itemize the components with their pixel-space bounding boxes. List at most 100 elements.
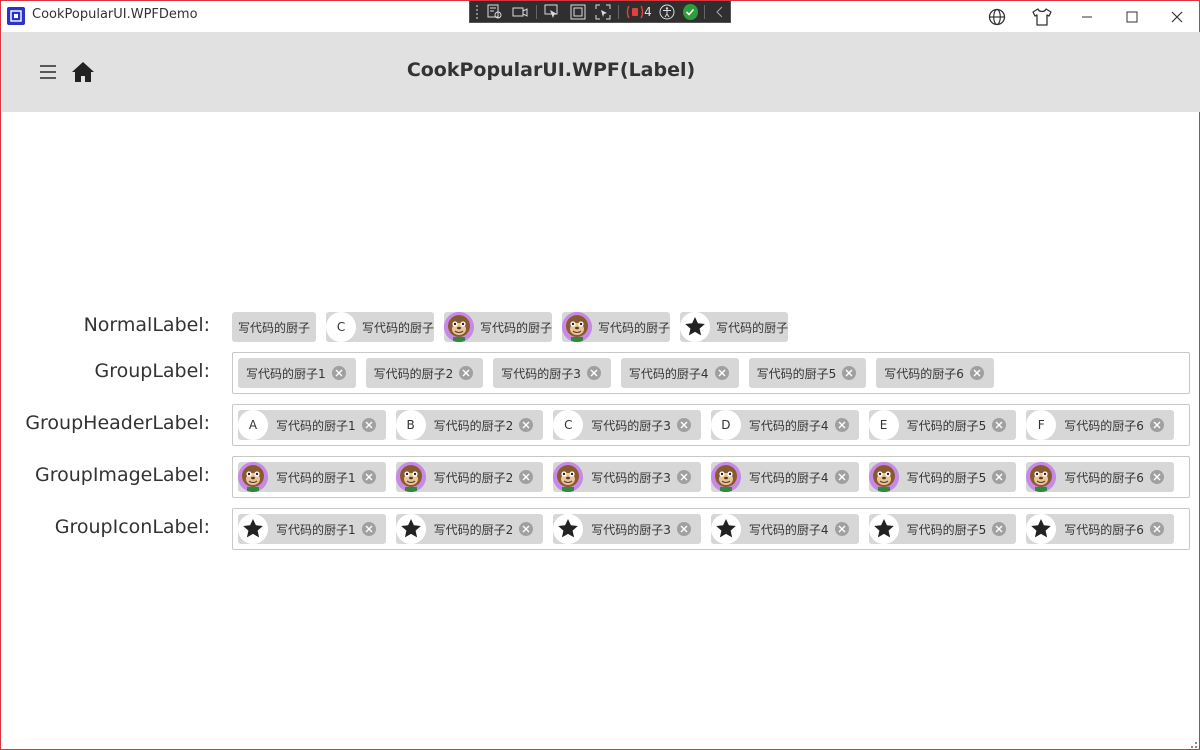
remove-icon[interactable] [361,418,376,432]
camera-icon[interactable] [511,3,530,21]
remove-icon[interactable] [1149,418,1164,432]
app-header: CookPopularUI.WPF(Label) [2,32,1200,112]
chip-text: 写代码的厨子 [480,320,553,335]
check-icon[interactable] [682,3,699,20]
group-chip: 写代码的厨子4 [620,358,739,388]
page-title: CookPopularUI.WPF(Label) [406,59,696,81]
avatar [553,462,584,492]
group-image-chip: 写代码的厨子2 [395,462,544,492]
resize-grip-icon[interactable] [1187,737,1197,748]
chip-text: 写代码的厨子6 [1064,522,1144,537]
group-header-chip: F 写代码的厨子6 [1026,410,1174,440]
remove-icon[interactable] [459,366,474,380]
chip-text: 写代码的厨子6 [884,366,964,381]
chip-letter-badge: A [238,410,268,440]
remove-icon[interactable] [1149,522,1164,536]
remove-icon[interactable] [519,418,534,432]
minimize-icon[interactable] [1064,1,1109,32]
group-icon-chip: 写代码的厨子1 [238,514,386,544]
group-image-label-box: 写代码的厨子1 写代码的厨子2 写代码的厨子3 写代码的厨子4 写代码的厨子5 … [232,456,1190,498]
collapse-icon[interactable] [711,3,730,21]
remove-icon[interactable] [361,470,376,484]
debug-toolbar: 4 [469,1,731,23]
app-window: CookPopularUI.WPFDemo 4 CookPopularUI.WP… [0,0,1200,750]
normal-chip-plain: 写代码的厨子 [232,312,317,342]
toolbar-separator [704,4,705,19]
chip-text: 写代码的厨子1 [276,418,356,433]
star-icon [395,514,426,544]
star-icon [868,514,899,544]
remove-icon[interactable] [676,418,691,432]
group-header-chip: E 写代码的厨子5 [868,410,1017,440]
group-header-label-title: GroupHeaderLabel: [25,412,210,434]
chip-text: 写代码的厨子6 [1064,470,1144,485]
group-image-chip: 写代码的厨子4 [710,462,859,492]
remove-icon[interactable] [676,470,691,484]
binding-failures-count: 4 [644,4,652,19]
chip-text: 写代码的厨子2 [433,522,514,537]
remove-icon[interactable] [834,522,849,536]
remove-icon[interactable] [992,470,1007,484]
remove-icon[interactable] [1149,470,1164,484]
track-focus-icon[interactable] [593,3,612,21]
remove-icon[interactable] [842,366,857,380]
remove-icon[interactable] [519,522,534,536]
remove-icon[interactable] [714,366,729,380]
star-icon [238,514,268,544]
chip-text: 写代码的厨子4 [748,470,829,485]
remove-icon[interactable] [676,522,691,536]
chip-text: 写代码的厨子1 [246,366,326,381]
remove-icon[interactable] [969,366,984,380]
close-icon[interactable] [1154,1,1199,32]
remove-icon[interactable] [331,366,346,380]
title-bar[interactable]: CookPopularUI.WPFDemo 4 [1,1,1199,32]
chip-letter-badge: C [326,312,357,342]
chip-text: 写代码的厨子 [598,320,671,335]
grip-icon[interactable] [476,4,480,19]
chip-text: 写代码的厨子3 [591,470,671,485]
chip-text: 写代码的厨子5 [756,366,837,381]
group-icon-chip: 写代码的厨子5 [868,514,1017,544]
live-visual-tree-icon[interactable] [486,3,505,21]
remove-icon[interactable] [834,470,849,484]
chip-text: 写代码的厨子4 [748,418,829,433]
select-element-icon[interactable] [543,3,562,21]
accessibility-icon[interactable] [658,3,677,21]
chip-text: 写代码的厨子3 [591,418,671,433]
display-layout-adorners-icon[interactable] [568,3,587,21]
remove-icon[interactable] [992,418,1007,432]
chip-text: 写代码的厨子5 [906,522,987,537]
remove-icon[interactable] [519,470,534,484]
group-header-chip: D 写代码的厨子4 [710,410,859,440]
maximize-icon[interactable] [1109,1,1154,32]
avatar [868,462,899,492]
globe-icon[interactable] [974,1,1019,32]
star-icon [680,312,711,342]
chip-text: 写代码的厨子3 [591,522,671,537]
shirt-icon[interactable] [1019,1,1064,32]
group-header-chip: A 写代码的厨子1 [238,410,386,440]
remove-icon[interactable] [834,418,849,432]
group-image-chip: 写代码的厨子5 [868,462,1017,492]
star-icon [710,514,741,544]
group-image-label-title: GroupImageLabel: [34,464,210,486]
chip-letter-badge: F [1026,410,1057,440]
group-image-chip: 写代码的厨子3 [553,462,701,492]
avatar [444,312,475,342]
remove-icon[interactable] [992,522,1007,536]
toolbar-separator [536,4,537,19]
group-chip: 写代码的厨子6 [876,358,994,388]
chip-text: 写代码的厨子 [362,320,435,335]
toolbar-separator [618,4,620,19]
chip-letter-badge: B [395,410,426,440]
group-icon-chip: 写代码的厨子4 [710,514,859,544]
normal-chip-letter: C 写代码的厨子 [326,312,435,342]
remove-icon[interactable] [586,366,601,380]
remove-icon[interactable] [361,522,376,536]
binding-failures-icon[interactable] [625,3,644,21]
chip-letter-badge: D [710,410,741,440]
chip-text: 写代码的厨子2 [433,470,514,485]
group-image-chip: 写代码的厨子6 [1026,462,1174,492]
chip-text: 写代码的厨子2 [373,366,454,381]
group-chip: 写代码的厨子3 [493,358,611,388]
